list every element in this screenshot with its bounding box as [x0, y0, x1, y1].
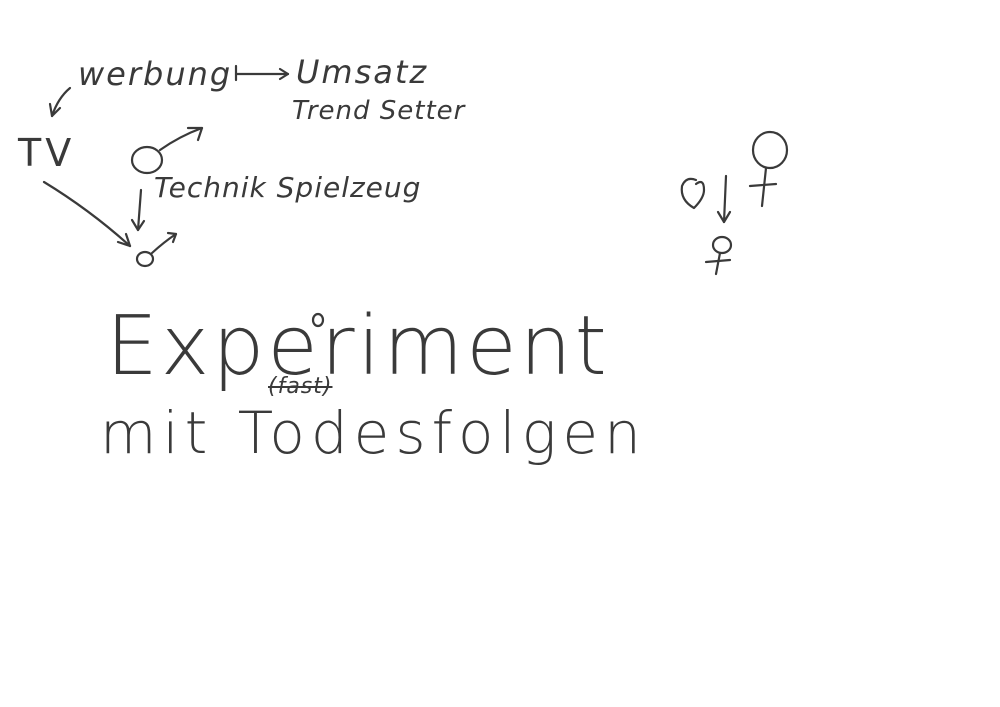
- female-symbol-icon: [748, 130, 789, 208]
- arrow-werbung-to-tv: [48, 86, 72, 118]
- female-symbol-small-icon: [704, 235, 733, 276]
- arrow-heart-to-female: [716, 174, 732, 224]
- arrow-down-technik: [130, 188, 146, 232]
- male-symbol-small-icon: [135, 231, 178, 268]
- heart-icon: [680, 177, 706, 210]
- whiteboard-canvas: werbung Umsatz Trend Setter TV Technik S…: [0, 0, 1000, 707]
- sketch-strokes: [42, 64, 789, 328]
- male-symbol-icon: [130, 126, 204, 175]
- arrow-werbung-to-umsatz: [234, 64, 290, 82]
- i-dot: [311, 312, 325, 328]
- arrow-tv-to-small-male: [42, 180, 132, 248]
